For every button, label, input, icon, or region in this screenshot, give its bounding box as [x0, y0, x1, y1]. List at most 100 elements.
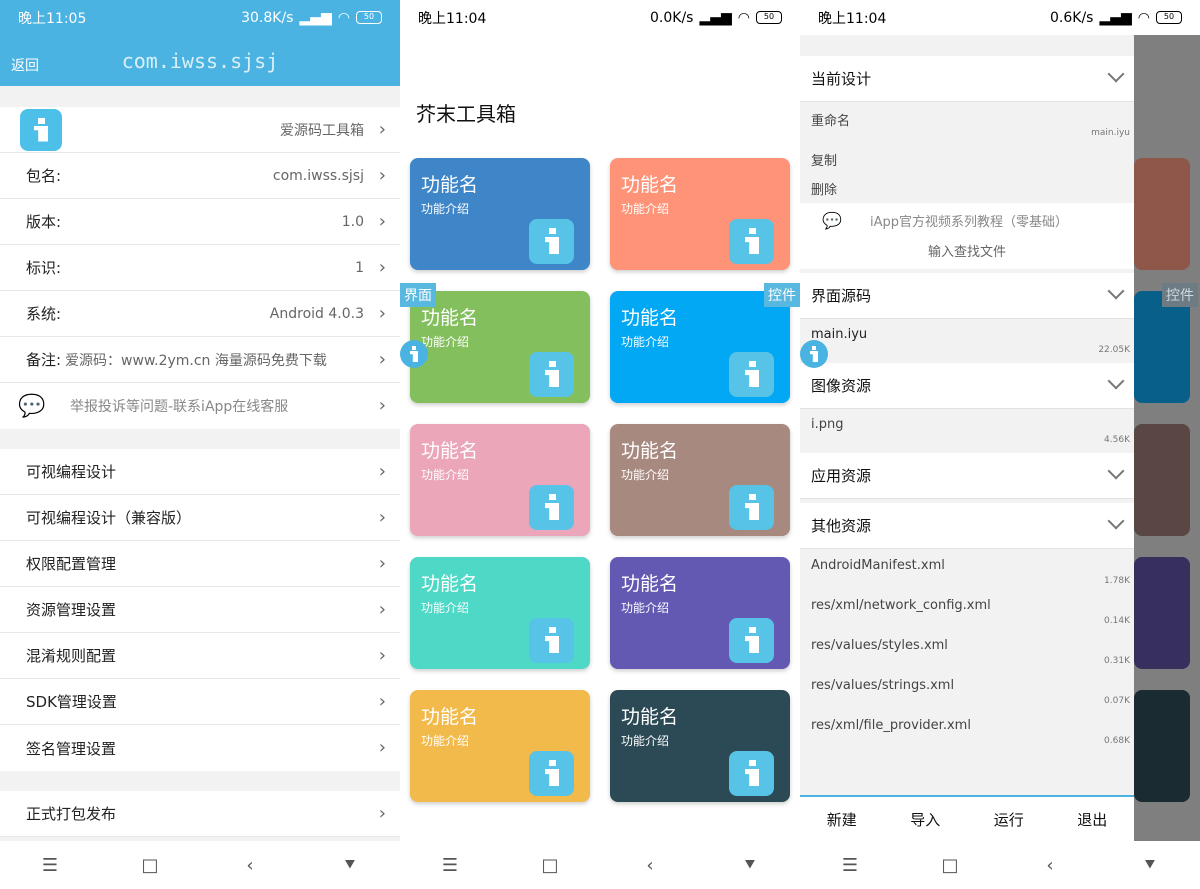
card-desc: 功能介绍: [421, 468, 470, 482]
feature-card[interactable]: 功能名 功能介绍: [410, 291, 590, 403]
new-button[interactable]: 新建: [827, 809, 857, 830]
back-icon[interactable]: ‹: [630, 855, 670, 876]
widget-tab: 控件: [1162, 283, 1198, 307]
feature-card[interactable]: 功能名 功能介绍: [410, 690, 590, 802]
menu-signature[interactable]: 签名管理设置 ›: [0, 725, 400, 771]
app-logo-icon: [729, 618, 774, 663]
file-search-input[interactable]: 输入查找文件: [800, 237, 1134, 269]
chevron-right-icon: ›: [378, 507, 386, 528]
assistant-icon[interactable]: ⯆: [730, 855, 770, 876]
section-app-resources[interactable]: 应用资源: [800, 453, 1134, 499]
app-name: 爱源码工具箱: [280, 122, 364, 139]
settings-menu: 可视编程设计 › 可视编程设计（兼容版） › 权限配置管理 › 资源管理设置 › 混淆规…: [0, 449, 400, 771]
remark-row[interactable]: 备注: 爱源码：www.2ym.cn 海量源码免费下载 ›: [0, 337, 400, 383]
drawer-action-bar: 新建 导入 运行 退出: [800, 795, 1134, 841]
file-item[interactable]: res/values/styles.xml 0.31K: [800, 638, 1134, 674]
file-item[interactable]: res/xml/network_config.xml 0.14K: [800, 598, 1134, 634]
version-row[interactable]: 版本: 1.0 ›: [0, 199, 400, 245]
chevron-down-icon: [1107, 512, 1125, 530]
card-title: 功能名: [621, 174, 679, 196]
section-images[interactable]: 图像资源: [800, 363, 1134, 409]
page-title: 芥末工具箱: [416, 102, 516, 126]
card-desc: 功能介绍: [421, 202, 470, 216]
card-title: 功能名: [421, 307, 479, 329]
status-time: 晚上11:04: [418, 10, 487, 27]
chevron-right-icon: ›: [378, 211, 386, 232]
card-title: 功能名: [621, 573, 679, 595]
section-current-design[interactable]: 当前设计: [800, 56, 1134, 102]
chevron-right-icon: ›: [378, 395, 386, 416]
home-icon[interactable]: □: [930, 855, 970, 876]
card-title: 功能名: [621, 440, 679, 462]
feature-card[interactable]: 功能名 功能介绍: [610, 291, 790, 403]
assistant-icon[interactable]: ⯆: [1130, 855, 1170, 876]
card-desc: 功能介绍: [421, 734, 470, 748]
menu-icon[interactable]: ☰: [30, 855, 70, 876]
menu-icon[interactable]: ☰: [830, 855, 870, 876]
floating-logo-icon[interactable]: [400, 340, 428, 368]
menu-sdk[interactable]: SDK管理设置 ›: [0, 679, 400, 725]
import-button[interactable]: 导入: [910, 809, 940, 830]
exit-button[interactable]: 退出: [1077, 809, 1107, 830]
back-icon[interactable]: ‹: [230, 855, 270, 876]
toolbox-screen: 晚上11:04 0.0K/s ▂▄▆ ◠ 50 芥末工具箱 功能名 功能介绍 功能名…: [400, 0, 800, 889]
id-row[interactable]: 标识: 1 ›: [0, 245, 400, 291]
card-title: 功能名: [421, 573, 479, 595]
feature-card[interactable]: 功能名 功能介绍: [410, 158, 590, 270]
card-desc: 功能介绍: [621, 601, 670, 615]
chevron-right-icon: ›: [378, 349, 386, 370]
rename-item[interactable]: 重命名: [800, 110, 1134, 129]
system-row[interactable]: 系统: Android 4.0.3 ›: [0, 291, 400, 337]
publish-button[interactable]: 正式打包发布 ›: [0, 791, 400, 837]
menu-permissions[interactable]: 权限配置管理 ›: [0, 541, 400, 587]
card-title: 功能名: [421, 440, 479, 462]
section-other-resources[interactable]: 其他资源: [800, 503, 1134, 549]
home-icon[interactable]: □: [530, 855, 570, 876]
status-bar: 晚上11:05 30.8K/s ▂▄▆ ◠ 50: [0, 0, 400, 35]
floating-logo-icon[interactable]: [800, 340, 828, 368]
feature-card[interactable]: 功能名 功能介绍: [610, 557, 790, 669]
feature-card[interactable]: 功能名 功能介绍: [610, 424, 790, 536]
app-logo-icon: [729, 352, 774, 397]
card-title: 功能名: [621, 307, 679, 329]
app-logo-icon: [529, 352, 574, 397]
dimmed-background[interactable]: 控件: [1134, 35, 1200, 841]
current-file: main.iyu: [1091, 128, 1130, 138]
chat-bubble-icon: 💬: [822, 210, 842, 230]
menu-visual-design-compat[interactable]: 可视编程设计（兼容版） ›: [0, 495, 400, 541]
home-icon[interactable]: □: [130, 855, 170, 876]
menu-icon[interactable]: ☰: [430, 855, 470, 876]
status-time: 晚上11:04: [818, 10, 887, 27]
delete-item[interactable]: 删除: [800, 179, 1134, 198]
feature-card[interactable]: 功能名 功能介绍: [410, 424, 590, 536]
system-nav-bar: ☰ □ ‹ ⯆: [400, 841, 800, 889]
package-row[interactable]: 包名: com.iwss.sjsj ›: [0, 153, 400, 199]
feature-card[interactable]: 功能名 功能介绍: [610, 158, 790, 270]
app-info-screen: 晚上11:05 30.8K/s ▂▄▆ ◠ 50 返回 com.iwss.sjs…: [0, 0, 400, 889]
file-item[interactable]: i.png 4.56K: [800, 417, 1134, 449]
assistant-icon[interactable]: ⯆: [330, 855, 370, 876]
menu-obfuscation[interactable]: 混淆规则配置 ›: [0, 633, 400, 679]
back-icon[interactable]: ‹: [1030, 855, 1070, 876]
file-item[interactable]: res/values/strings.xml 0.07K: [800, 678, 1134, 714]
feature-card[interactable]: 功能名 功能介绍: [610, 690, 790, 802]
section-ui-source[interactable]: 界面源码: [800, 273, 1134, 319]
card-desc: 功能介绍: [621, 468, 670, 482]
widget-tab[interactable]: 控件: [764, 283, 800, 307]
file-item[interactable]: res/xml/file_provider.xml 0.68K: [800, 718, 1134, 754]
app-logo-icon: [20, 108, 62, 151]
file-item[interactable]: main.iyu 22.05K: [800, 327, 1134, 359]
chevron-right-icon: ›: [378, 119, 386, 140]
signal-icon: ▂▄▆: [1099, 9, 1132, 26]
card-title: 功能名: [421, 706, 479, 728]
report-row[interactable]: 💬 举报投诉等问题-联系iApp在线客服 ›: [0, 383, 400, 429]
menu-visual-design[interactable]: 可视编程设计 ›: [0, 449, 400, 495]
copy-item[interactable]: 复制: [800, 150, 1134, 169]
run-button[interactable]: 运行: [994, 809, 1024, 830]
file-item[interactable]: AndroidManifest.xml 1.78K: [800, 558, 1134, 594]
ui-tab[interactable]: 界面: [400, 283, 436, 307]
feature-card[interactable]: 功能名 功能介绍: [410, 557, 590, 669]
menu-resources[interactable]: 资源管理设置 ›: [0, 587, 400, 633]
tutorial-link[interactable]: 💬 iApp官方视频系列教程（零基础）: [800, 203, 1134, 237]
app-header-row[interactable]: 爱源码工具箱 ›: [0, 107, 400, 153]
